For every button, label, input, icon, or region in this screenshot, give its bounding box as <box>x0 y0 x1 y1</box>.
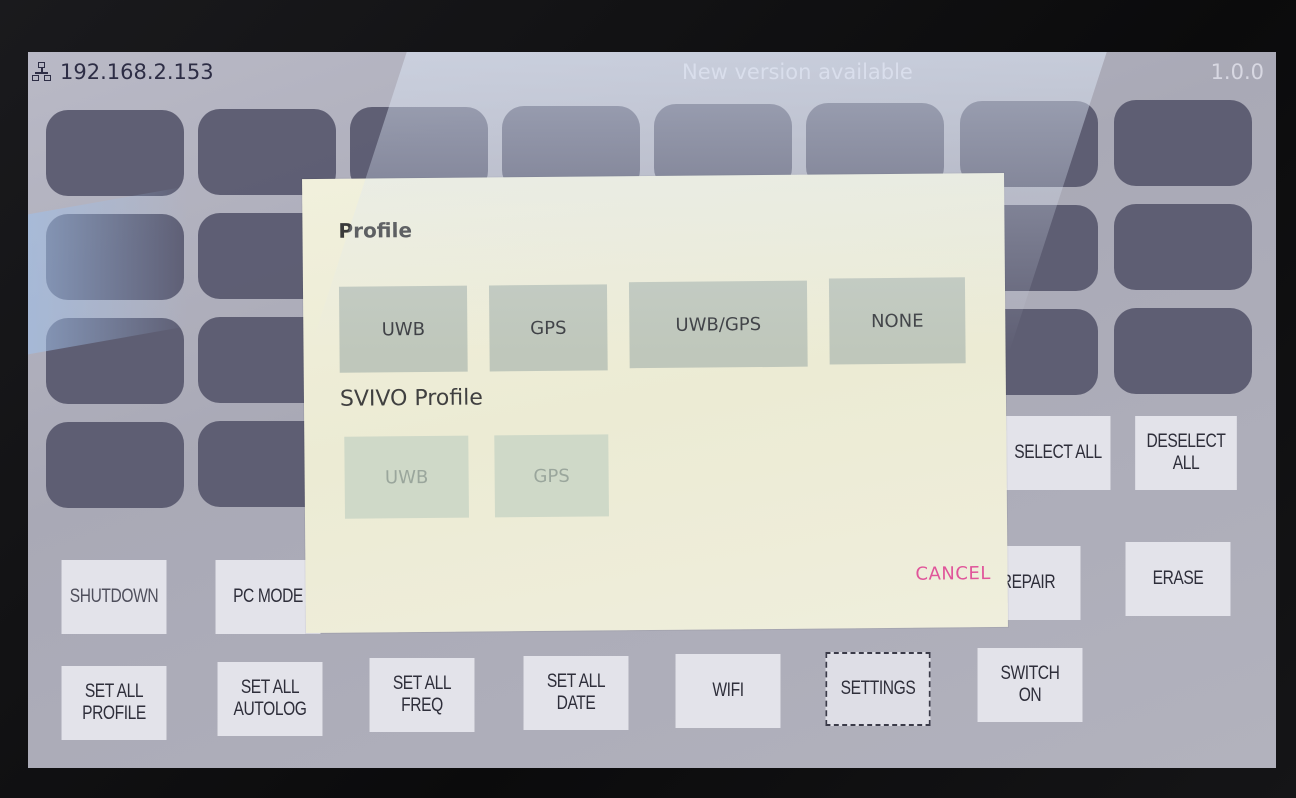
tag-tile[interactable] <box>1114 203 1252 290</box>
svivo-option-gps: GPS <box>494 434 609 518</box>
dialog-title: Profile <box>338 218 413 243</box>
set-all-date-button[interactable]: SET ALL DATE <box>523 656 629 730</box>
set-all-profile-button[interactable]: SET ALL PROFILE <box>61 666 167 740</box>
set-all-autolog-button[interactable]: SET ALL AUTOLOG <box>217 662 323 736</box>
version-label: 1.0.0 <box>1210 60 1264 84</box>
profile-option-gps[interactable]: GPS <box>488 284 608 372</box>
svivo-option-uwb: UWB <box>344 435 469 519</box>
ip-indicator: 192.168.2.153 <box>32 60 214 84</box>
select-all-button[interactable]: SELECT ALL <box>1005 416 1111 490</box>
erase-button[interactable]: ERASE <box>1125 542 1231 616</box>
svivo-profile-title: SVIVO Profile <box>339 385 483 412</box>
tag-tile[interactable] <box>1114 307 1252 394</box>
tag-tile[interactable] <box>46 318 184 404</box>
profile-option-uwb-gps[interactable]: UWB/GPS <box>628 280 808 369</box>
profile-option-none[interactable]: NONE <box>828 277 966 365</box>
settings-button[interactable]: SETTINGS <box>825 652 931 726</box>
tag-tile[interactable] <box>46 110 184 196</box>
tag-tile[interactable] <box>1114 99 1252 186</box>
tag-tile[interactable] <box>46 214 184 300</box>
wifi-button[interactable]: WIFI <box>675 654 781 728</box>
network-icon <box>32 62 52 82</box>
shutdown-button[interactable]: SHUTDOWN <box>61 560 167 634</box>
tag-tile[interactable] <box>46 422 184 508</box>
set-all-freq-button[interactable]: SET ALL FREQ <box>369 658 475 732</box>
profile-dialog: Profile UWB GPS UWB/GPS NONE SVIVO Profi… <box>302 172 1008 634</box>
switch-on-button[interactable]: SWITCH ON <box>977 648 1083 722</box>
update-notice[interactable]: New version available <box>682 60 913 84</box>
profile-option-uwb[interactable]: UWB <box>338 285 468 373</box>
ip-address: 192.168.2.153 <box>60 60 214 84</box>
deselect-all-button[interactable]: DESELECT ALL <box>1135 416 1237 490</box>
screen: 192.168.2.153 New version available 1.0.… <box>28 52 1276 768</box>
status-bar: 192.168.2.153 New version available 1.0.… <box>28 52 1276 94</box>
cancel-button[interactable]: CANCEL <box>915 563 991 585</box>
